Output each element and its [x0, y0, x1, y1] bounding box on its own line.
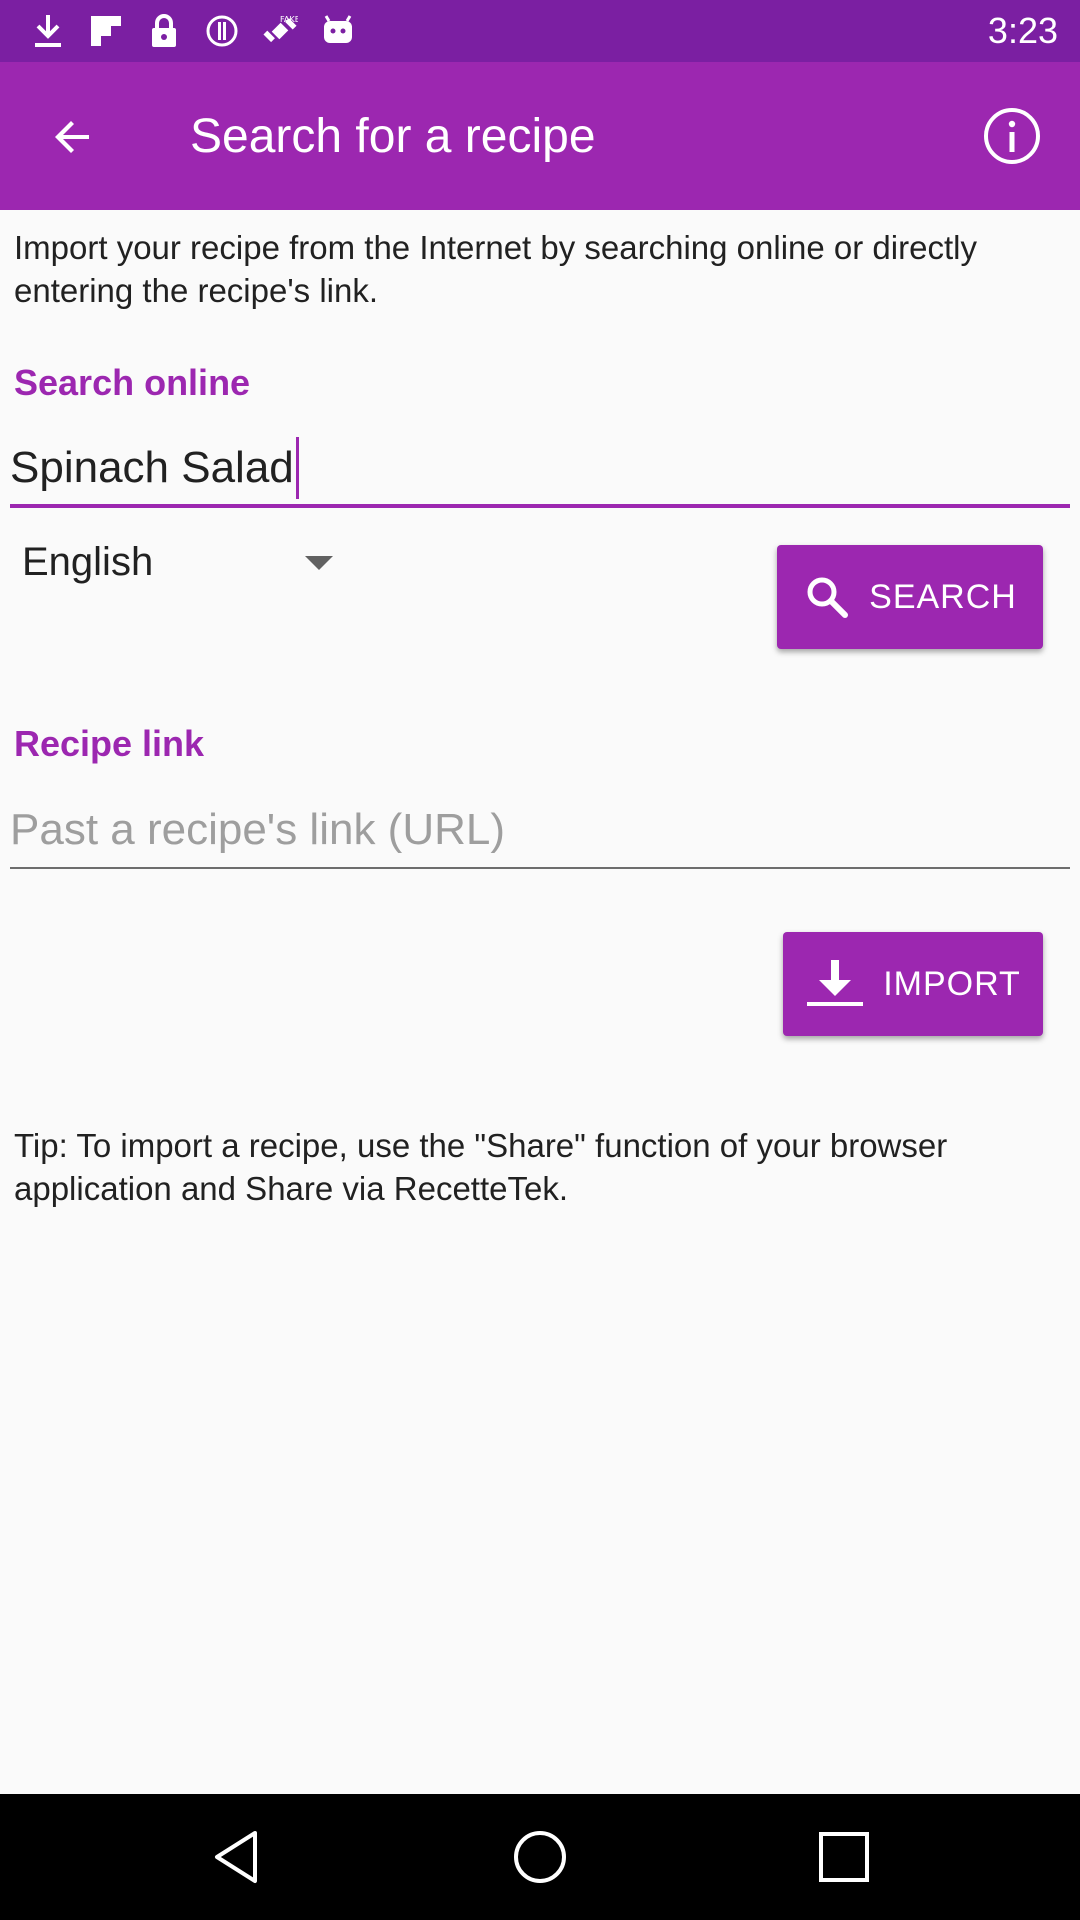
search-button-label: SEARCH: [869, 577, 1017, 616]
status-icons: FAKE: [0, 0, 356, 62]
back-button[interactable]: [30, 102, 116, 172]
info-circle-icon: [204, 13, 240, 49]
download-icon: [30, 13, 66, 49]
search-online-label: Search online: [14, 362, 251, 403]
search-button[interactable]: SEARCH: [777, 545, 1043, 649]
nav-back-button[interactable]: [196, 1822, 276, 1892]
nav-home-icon: [514, 1831, 566, 1883]
fake-gps-icon: FAKE: [262, 13, 298, 49]
search-input-value: Spinach Salad: [10, 443, 294, 492]
info-button[interactable]: [974, 98, 1050, 174]
info-icon: [984, 108, 1040, 164]
intro-text: Import your recipe from the Internet by …: [14, 229, 977, 309]
import-button[interactable]: IMPORT: [783, 932, 1043, 1036]
nav-home-button[interactable]: [500, 1822, 580, 1892]
tip-text: Tip: To import a recipe, use the "Share"…: [14, 1127, 948, 1207]
lock-icon: [146, 13, 182, 49]
recipe-link-label: Recipe link: [14, 723, 205, 764]
svg-text:FAKE: FAKE: [280, 14, 298, 24]
import-button-label: IMPORT: [883, 964, 1021, 1003]
search-input[interactable]: Spinach Salad: [10, 432, 1070, 508]
nav-recents-button[interactable]: [804, 1822, 884, 1892]
arrow-back-icon: [55, 121, 89, 153]
text-cursor: [295, 437, 299, 499]
download-icon: [807, 960, 864, 1006]
nav-recents-icon: [819, 1832, 869, 1882]
android-icon: [320, 13, 356, 49]
navigation-bar: [0, 1794, 1080, 1920]
status-bar: FAKE 3:23: [0, 0, 1080, 62]
flipboard-icon: [88, 13, 124, 49]
status-time: 3:23: [987, 10, 1058, 51]
language-select-value: English: [22, 539, 154, 584]
recipe-url-placeholder: Past a recipe's link (URL): [10, 805, 505, 854]
recipe-url-input[interactable]: Past a recipe's link (URL): [10, 793, 1070, 869]
page-title: Search for a recipe: [190, 109, 596, 163]
dropdown-arrow-icon[interactable]: [305, 556, 333, 570]
app-bar: Search for a recipe: [0, 62, 1080, 210]
language-select[interactable]: English: [22, 530, 342, 594]
search-icon: [807, 577, 849, 618]
nav-back-icon: [215, 1831, 257, 1883]
